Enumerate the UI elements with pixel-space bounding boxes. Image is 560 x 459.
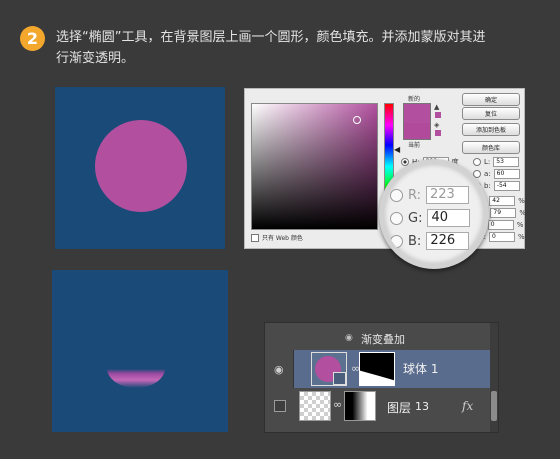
lab-a-input[interactable]: 60 bbox=[493, 169, 520, 179]
blue-field-row: B: 226 bbox=[390, 232, 470, 250]
shape-icon bbox=[333, 372, 346, 385]
canvas-masked-preview bbox=[52, 270, 228, 432]
red-field-row: R: 223 bbox=[390, 186, 470, 204]
blue-label: B: bbox=[408, 233, 422, 249]
color-libraries-button[interactable]: 颜色库 bbox=[462, 141, 520, 154]
gradient-overlay-effect-label: 渐变叠加 bbox=[361, 333, 405, 346]
instruction-line-1: 选择“椭圆”工具，在背景图层上画一个圆形，颜色填充。并添加蒙版对其进 bbox=[56, 30, 486, 45]
ok-button[interactable]: 确定 bbox=[462, 93, 520, 106]
red-label: R: bbox=[408, 187, 422, 203]
lab-l-label: L: bbox=[484, 158, 491, 166]
cmyk-c-unit: % bbox=[518, 197, 525, 205]
cmyk-k-unit: % bbox=[517, 233, 525, 241]
hue-slider-arrow-icon[interactable]: ◀ bbox=[394, 145, 400, 154]
current-color-label: 当前 bbox=[408, 142, 421, 149]
lab-l-input[interactable]: 53 bbox=[493, 157, 520, 167]
effect-visibility-eye-icon[interactable]: ◉ bbox=[345, 333, 353, 343]
gamut-warning-swatch[interactable] bbox=[435, 112, 441, 118]
cmyk-y-input[interactable]: 0 bbox=[487, 220, 514, 230]
layer-thumbnail[interactable] bbox=[311, 352, 347, 386]
lab-l-radio[interactable] bbox=[473, 158, 481, 166]
green-input[interactable]: 40 bbox=[427, 209, 471, 227]
web-safe-swatch[interactable] bbox=[435, 130, 441, 136]
cmyk-y-unit: % bbox=[516, 221, 524, 229]
eye-icon[interactable]: ◉ bbox=[274, 363, 284, 376]
new-color-label: 新的 bbox=[408, 96, 421, 103]
mask-white-area bbox=[360, 370, 394, 385]
green-field-row: G: 40 bbox=[390, 209, 471, 227]
layer-name-sphere[interactable]: 球体 1 bbox=[403, 360, 438, 377]
visibility-toggle[interactable] bbox=[274, 400, 286, 412]
rgb-magnifier-callout: R: 223 G: 40 B: 226 bbox=[379, 159, 489, 269]
blue-radio[interactable] bbox=[390, 234, 403, 248]
cmyk-c-input[interactable]: 42 bbox=[489, 196, 516, 206]
add-to-swatches-button[interactable]: 添加到色板 bbox=[462, 123, 520, 136]
layer-name-13[interactable]: 图层 bbox=[387, 399, 411, 416]
layer-13-thumbnail[interactable] bbox=[299, 391, 331, 421]
scrollbar-thumb[interactable] bbox=[491, 391, 497, 421]
step-instruction: 选择“椭圆”工具，在背景图层上画一个圆形，颜色填充。并添加蒙版对其进 行渐变透明… bbox=[56, 27, 526, 69]
instruction-line-2: 行渐变透明。 bbox=[56, 51, 135, 66]
fx-icon[interactable]: fx bbox=[462, 399, 473, 413]
lab-l-row: L: 53 bbox=[473, 157, 520, 167]
reset-button[interactable]: 复位 bbox=[462, 107, 520, 120]
web-colors-label: 只有 Web 颜色 bbox=[262, 235, 303, 242]
web-colors-checkbox[interactable] bbox=[251, 233, 259, 242]
step-number-badge: 2 bbox=[20, 26, 45, 51]
cmyk-m-unit: % bbox=[519, 209, 527, 217]
cmyk-k-input[interactable]: 0 bbox=[488, 232, 515, 242]
lab-a-label: a: bbox=[484, 170, 491, 178]
layer-mask-thumbnail[interactable] bbox=[359, 352, 395, 386]
gradient-mask-thumbnail[interactable] bbox=[344, 391, 376, 421]
new-color-swatch bbox=[403, 103, 431, 124]
green-label: G: bbox=[408, 210, 423, 226]
gamut-warning-icon[interactable]: ▲ bbox=[434, 103, 439, 111]
gradient-masked-circle bbox=[107, 348, 165, 388]
web-colors-only-option[interactable]: 只有 Web 颜色 bbox=[251, 233, 303, 242]
canvas-circle-preview bbox=[55, 87, 225, 249]
layer-number-13: 13 bbox=[415, 400, 429, 413]
red-input[interactable]: 223 bbox=[426, 186, 470, 204]
red-radio[interactable] bbox=[390, 188, 403, 202]
cmyk-k-row: K: 0 % bbox=[479, 232, 525, 242]
color-marker[interactable] bbox=[353, 116, 361, 124]
link-icon-2[interactable]: ∞ bbox=[333, 398, 342, 411]
saturation-brightness-field[interactable] bbox=[251, 103, 378, 230]
lab-b-input[interactable]: -54 bbox=[493, 181, 520, 191]
web-safe-cube-icon[interactable]: ◈ bbox=[434, 121, 439, 129]
purple-circle bbox=[95, 120, 187, 212]
lab-a-row: a: 60 bbox=[473, 169, 520, 179]
green-radio[interactable] bbox=[390, 211, 403, 225]
blue-input[interactable]: 226 bbox=[426, 232, 470, 250]
cmyk-m-input[interactable]: 79 bbox=[490, 208, 517, 218]
current-color-swatch[interactable] bbox=[403, 123, 431, 140]
lab-b-label: b: bbox=[484, 182, 491, 190]
layers-panel: ◉ 渐变叠加 ◉ ∞ 球体 1 ∞ 图层 13 fx bbox=[264, 322, 499, 433]
